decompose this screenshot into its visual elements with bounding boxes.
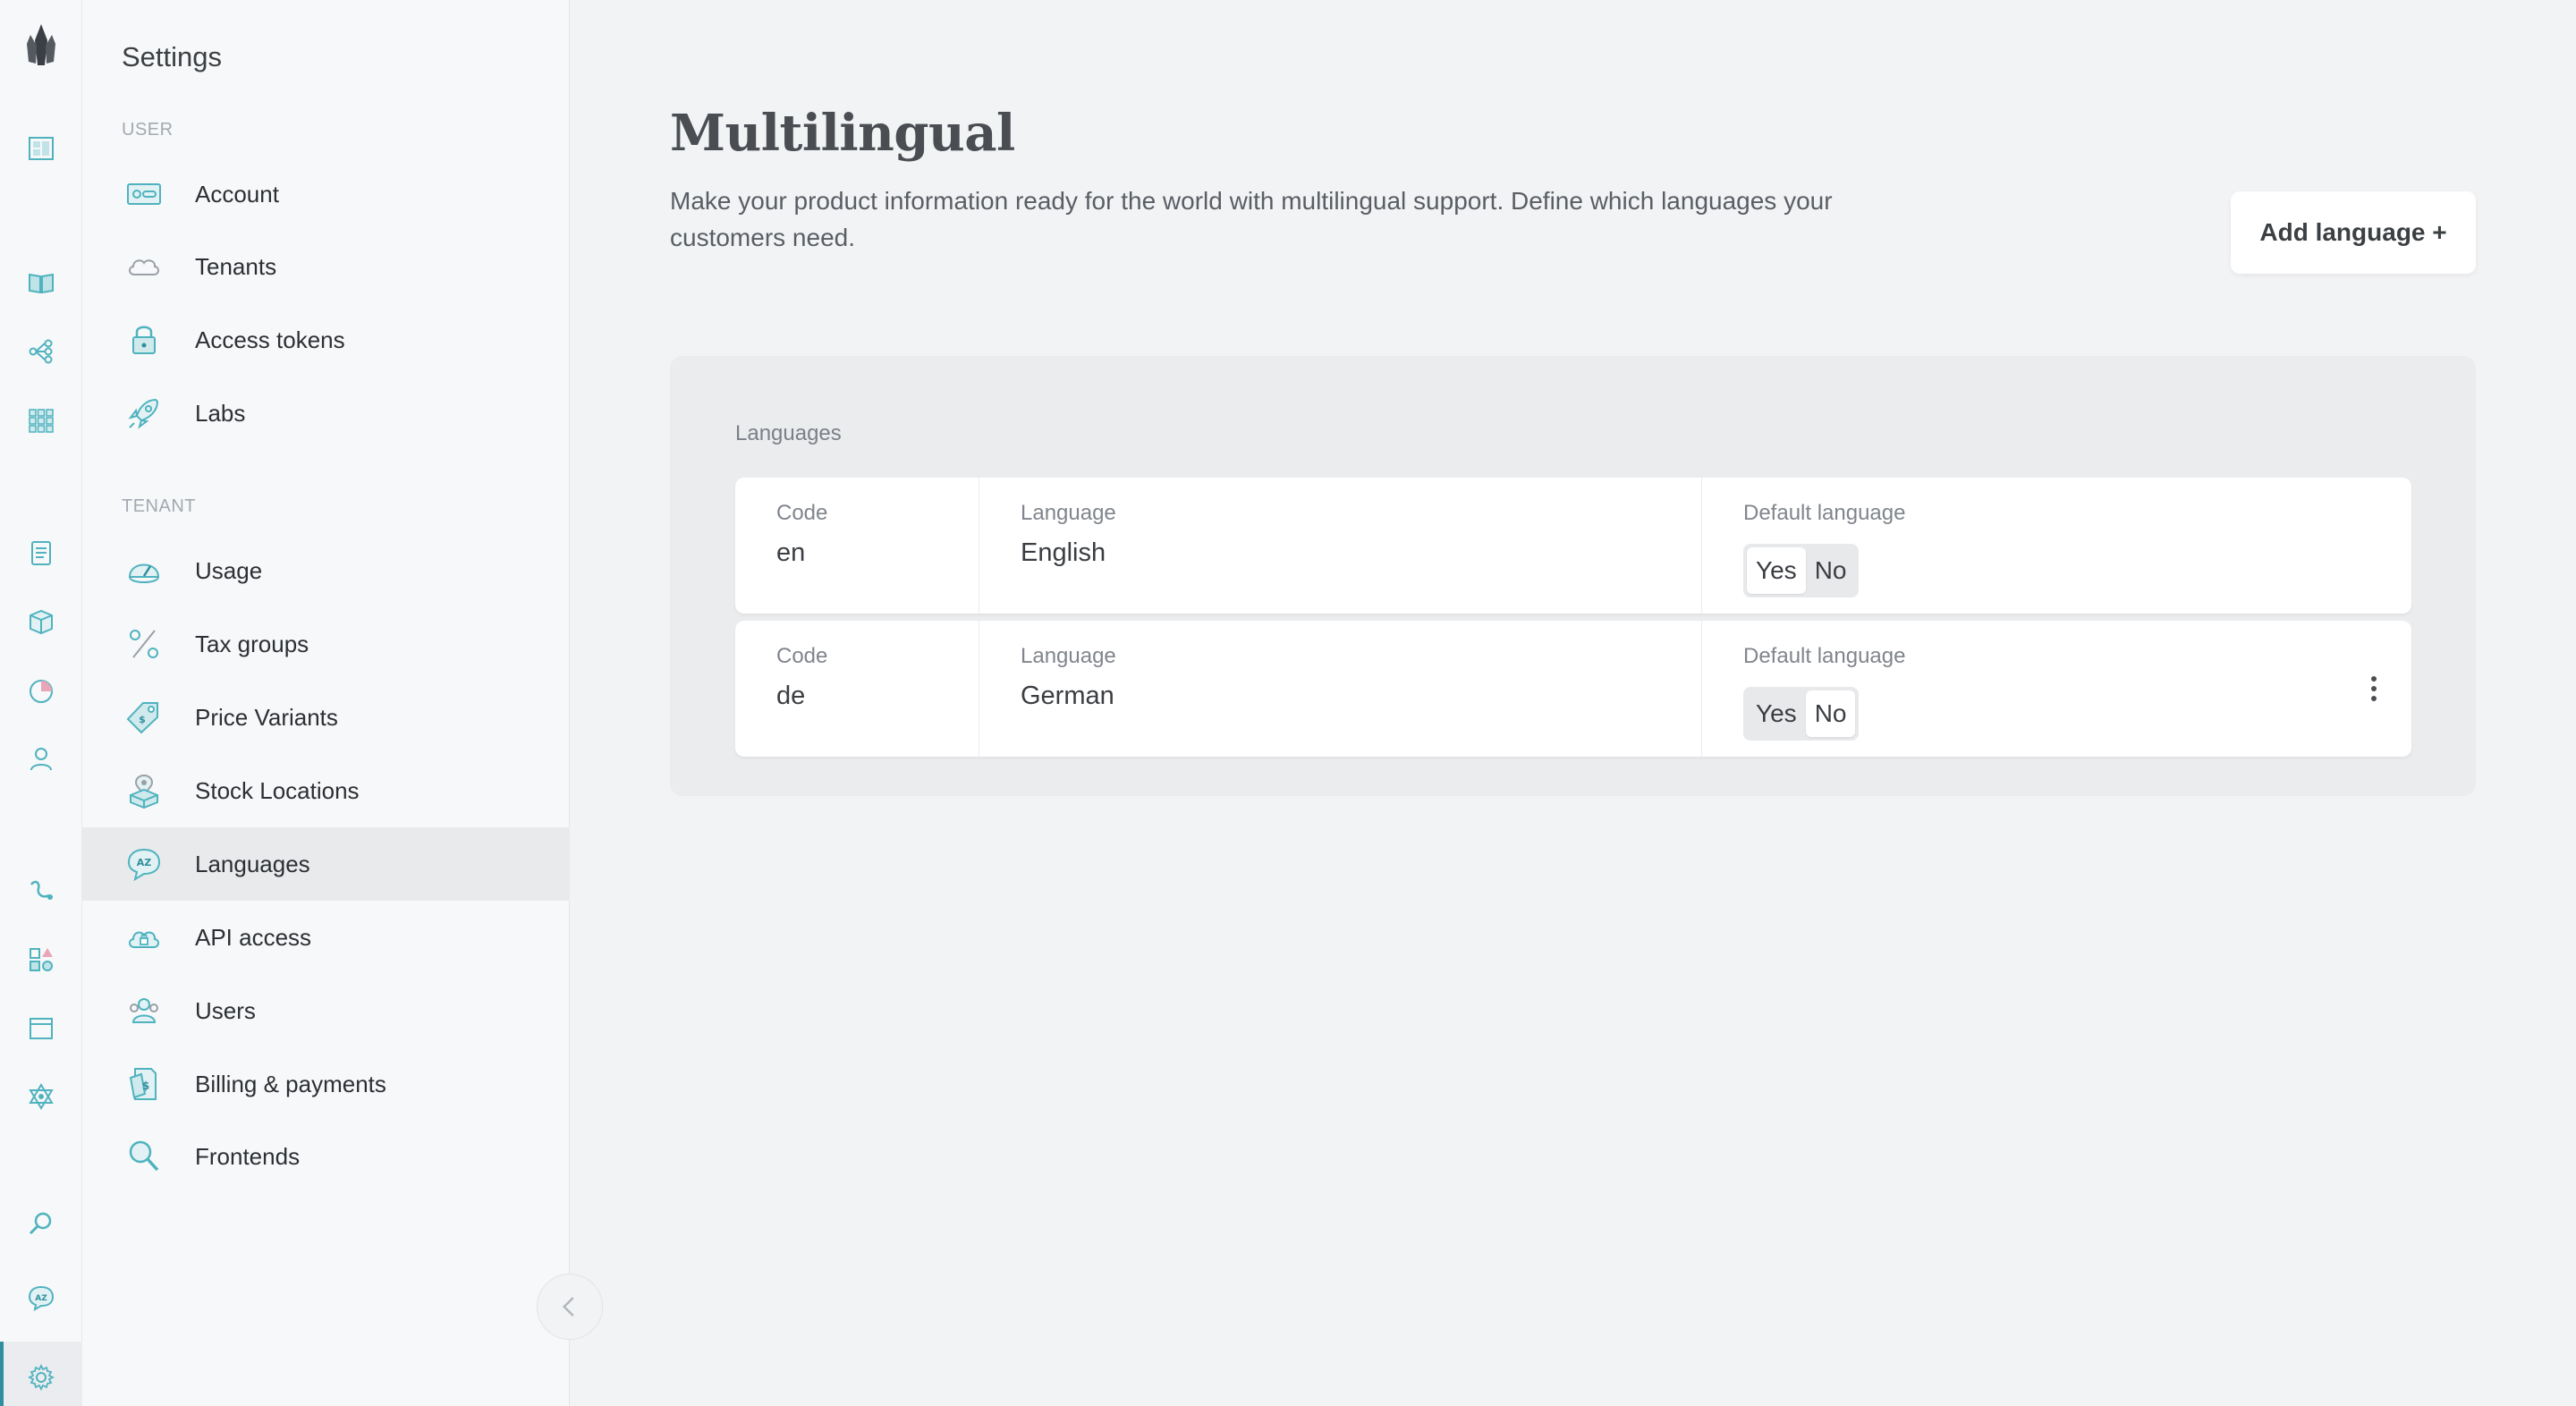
language-name: German [1021, 682, 1114, 710]
languages-panel-label: Languages [735, 421, 842, 445]
language-icon[interactable]: AZ [23, 1280, 59, 1316]
api-cloud-icon [122, 915, 166, 960]
default-column-label: Default language [1743, 501, 1906, 525]
crystal-logo-icon[interactable] [18, 16, 64, 73]
sidebar-item-label: Frontends [195, 1142, 301, 1170]
sidebar-item-label: Tax groups [195, 630, 309, 657]
window-icon[interactable] [23, 1011, 59, 1046]
toggle-yes-option[interactable]: Yes [1747, 690, 1806, 737]
language-cell: Language German [979, 621, 1702, 757]
language-code: en [776, 538, 806, 567]
code-cell: Code de [735, 621, 979, 757]
toggle-no-option[interactable]: No [1806, 547, 1856, 594]
toggle-no-option[interactable]: No [1805, 690, 1856, 737]
catalogue-icon[interactable] [23, 265, 59, 301]
sidebar-item-label: Stock Locations [195, 776, 360, 804]
cloud-icon [122, 244, 166, 289]
sidebar-item-account[interactable]: Account [82, 157, 570, 231]
svg-text:$: $ [142, 1080, 149, 1092]
language-cell: Language English [979, 478, 1702, 614]
code-column-label: Code [776, 501, 828, 525]
orders-icon[interactable] [23, 535, 59, 571]
settings-title: Settings [122, 41, 223, 72]
billing-icon: $ [122, 1062, 166, 1106]
language-icon: AZ [122, 842, 166, 886]
sidebar-item-billing-payments[interactable]: $ Billing & payments [82, 1047, 570, 1121]
language-row-de: Code de Language German Default language… [735, 621, 2411, 757]
sidebar-item-users[interactable]: Users [82, 974, 570, 1047]
sidebar-item-label: Users [195, 996, 256, 1024]
sidebar-item-languages[interactable]: AZ Languages [82, 827, 570, 901]
language-column-label: Language [1021, 501, 1116, 525]
grid-icon[interactable] [23, 402, 59, 438]
sidebar-item-tenants[interactable]: Tenants [82, 230, 570, 303]
sidebar-item-label: Usage [195, 556, 263, 584]
sidebar-item-label: Access tokens [195, 326, 345, 353]
sidebar-item-price-variants[interactable]: $ Price Variants [82, 681, 570, 754]
sidebar-item-label: Labs [195, 399, 246, 427]
sidebar-item-labs[interactable]: Labs [82, 377, 570, 450]
svg-text:AZ: AZ [137, 857, 152, 868]
price-tag-icon: $ [122, 695, 166, 740]
language-code: de [776, 682, 806, 710]
rocket-icon [122, 391, 166, 436]
languages-panel: Languages Code en Language English Defau… [670, 356, 2476, 796]
sidebar-item-label: Account [195, 180, 279, 208]
language-row-en: Code en Language English Default languag… [735, 478, 2411, 614]
add-language-button[interactable]: Add language + [2231, 191, 2476, 274]
user-section-label: USER [122, 120, 174, 140]
sidebar-item-api-access[interactable]: API access [82, 901, 570, 974]
sidebar-item-frontends[interactable]: Frontends [82, 1120, 570, 1193]
sidebar-item-label: Price Variants [195, 703, 338, 731]
sidebar-item-label: Tenants [195, 252, 277, 280]
box-icon[interactable] [23, 604, 59, 639]
sidebar-item-usage[interactable]: Usage [82, 534, 570, 607]
language-name: English [1021, 538, 1106, 567]
dashboard-icon[interactable] [23, 131, 59, 166]
icon-rail: AZ [0, 0, 82, 1406]
code-cell: Code en [735, 478, 979, 614]
chevron-left-icon [562, 1297, 574, 1317]
settings-sidebar: Settings USER Account Tenants Access tok… [82, 0, 603, 1406]
shapes-icon[interactable] [23, 942, 59, 978]
graph-icon[interactable] [23, 1079, 59, 1114]
sidebar-item-tax-groups[interactable]: Tax groups [82, 607, 570, 681]
sidebar-item-label: Languages [195, 850, 310, 877]
users-icon [122, 988, 166, 1033]
default-cell: Default language Yes No [1702, 478, 2411, 614]
toggle-yes-option[interactable]: Yes [1747, 547, 1806, 594]
default-cell: Default language Yes No [1702, 621, 2411, 757]
customer-icon[interactable] [23, 741, 59, 776]
settings-icon[interactable] [23, 1359, 59, 1395]
webhook-icon[interactable] [23, 873, 59, 909]
more-options-icon[interactable] [2363, 671, 2385, 707]
default-language-toggle: Yes No [1743, 687, 1860, 741]
svg-text:$: $ [139, 714, 146, 725]
page-description: Make your product information ready for … [670, 187, 1833, 251]
code-column-label: Code [776, 644, 828, 668]
pie-chart-icon[interactable] [23, 673, 59, 708]
percent-icon [122, 622, 166, 666]
collapse-sidebar-button[interactable] [537, 1274, 603, 1340]
default-language-toggle: Yes No [1743, 544, 1860, 597]
stock-location-icon [122, 768, 166, 813]
sidebar-item-stock-locations[interactable]: Stock Locations [82, 754, 570, 827]
svg-text:AZ: AZ [35, 1294, 47, 1303]
sidebar-item-label: Billing & payments [195, 1070, 386, 1097]
language-column-label: Language [1021, 644, 1116, 668]
page-title: Multilingual [670, 104, 1015, 163]
lock-icon [122, 318, 166, 362]
magnifier-icon [122, 1134, 166, 1179]
gauge-icon [122, 548, 166, 593]
sidebar-item-access-tokens[interactable]: Access tokens [82, 303, 570, 377]
sidebar-item-label: API access [195, 923, 312, 951]
topics-icon[interactable] [23, 334, 59, 369]
default-column-label: Default language [1743, 644, 1906, 668]
id-card-icon [122, 172, 166, 216]
tenant-section-label: TENANT [122, 496, 196, 516]
search-icon[interactable] [23, 1206, 59, 1241]
